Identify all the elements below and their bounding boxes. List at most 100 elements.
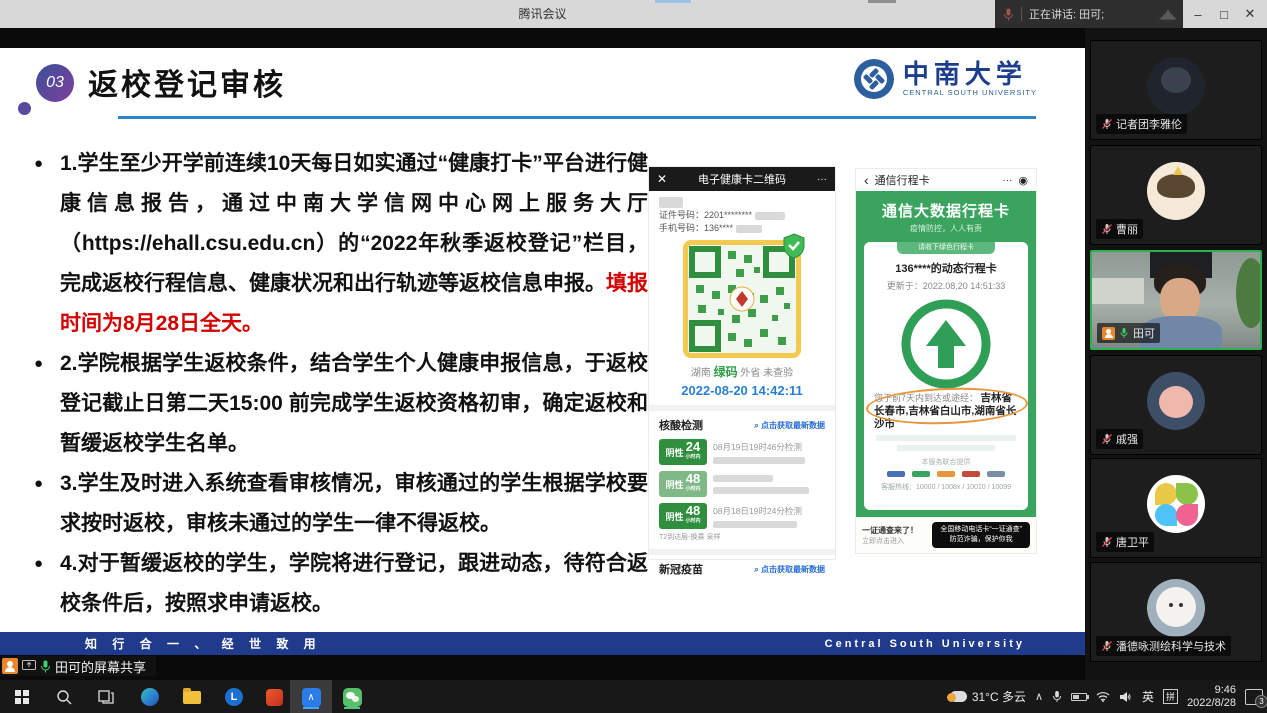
close-button[interactable]: ✕ <box>1237 6 1263 22</box>
green-card-tab: 请收下绿色行程卡 <box>897 242 995 254</box>
promo-title: 一证通查来了！ <box>862 525 918 536</box>
health-code-timestamp: 2022-08-20 14:42:11 <box>659 383 825 398</box>
task-view-button[interactable] <box>94 685 118 709</box>
task-view-icon <box>98 690 114 704</box>
redacted-lab <box>713 521 797 528</box>
tray-microphone-icon[interactable] <box>1052 690 1062 703</box>
speaking-indicator: 正在讲话: 田可; ◢◣ <box>995 0 1183 28</box>
shield-icon <box>782 233 806 259</box>
tencent-meeting-window: 腾讯会议 正在讲话: 田可; ◢◣ – □ ✕ 03 返校登记审核 <box>0 0 1267 713</box>
slide-footer: 知 行 合 一 、 经 世 致 用 Central South Universi… <box>0 632 1085 655</box>
redacted-id <box>755 212 785 220</box>
hidden-icons-chevron[interactable]: ∧ <box>1035 690 1043 703</box>
status-green-code: 绿码 <box>714 365 738 379</box>
system-tray: 31°C 多云 ∧ 英 拼 9:46 2022/8/28 3 <box>950 680 1263 713</box>
redacted-disclaimer <box>897 445 995 451</box>
avatar <box>1147 475 1205 533</box>
nucleic-section-title: 核酸检测 <box>659 417 703 433</box>
bullet-item-3: ●3.学生及时进入系统查看审核情况，审核通过的学生根据学校要求按时返校，审核未通… <box>34 464 648 544</box>
nucleic-result-row: 阴性 48小时内 08月18日19时24分检测 <box>659 503 825 529</box>
participant-name: 记者团李雅伦 <box>1116 116 1182 132</box>
travel-result: 您于前7天内到达或途经： 吉林省长春市,吉林省白山市,湖南省长沙市 <box>864 392 1028 431</box>
ime-indicator[interactable]: 拼 <box>1163 689 1178 704</box>
taskbar-office-button[interactable] <box>262 685 286 709</box>
target-icon: ◉ <box>1018 174 1028 187</box>
vaccine-refresh-link[interactable]: ⌕ 点击获取最新数据 <box>754 564 825 575</box>
bullet-marker: ● <box>34 144 43 184</box>
participant-tile-active-speaker[interactable]: 田可 <box>1090 250 1262 350</box>
divider <box>649 549 835 555</box>
green-arrow-icon <box>900 298 992 390</box>
promo-button[interactable]: 全国移动电话卡“一证通查” 防范诈骗，保护你我 <box>932 522 1030 548</box>
window-controls: – □ ✕ <box>1185 0 1263 28</box>
avatar <box>1147 162 1205 220</box>
notification-center-button[interactable]: 3 <box>1245 689 1263 705</box>
presenter-icon <box>1102 327 1115 340</box>
participant-tile[interactable]: 唐卫平 <box>1090 458 1262 558</box>
avatar <box>1147 57 1205 115</box>
travel-card-banner-title: 通信大数据行程卡 <box>856 200 1036 221</box>
minimize-button[interactable]: – <box>1185 7 1211 22</box>
weather-text: 31°C 多云 <box>972 688 1026 705</box>
lenovo-app-icon: L <box>225 688 243 706</box>
screen-share-banner: 田可的屏幕共享 <box>2 656 156 676</box>
speaking-label: 正在讲话: 田可; <box>1029 6 1104 22</box>
microphone-icon <box>1003 8 1014 21</box>
bullet-marker: ● <box>34 464 43 504</box>
participant-tile[interactable]: 潘德咏测绘科学与技术 <box>1090 562 1262 662</box>
travel-card-screenshot: ‹ 通信行程卡 ··· ◉ 通信大数据行程卡 疫情防控，人人有责 请收下绿色行程… <box>855 168 1037 554</box>
taskbar-file-explorer-button[interactable] <box>180 685 204 709</box>
search-icon: ⌕ <box>754 421 758 430</box>
running-indicator <box>344 707 360 709</box>
meeting-logo-watermark: ◢◣ <box>1159 6 1175 22</box>
participant-name: 戚强 <box>1116 431 1138 447</box>
promo-subtitle: 立即点击进入 <box>862 536 918 546</box>
taskbar-wechat-button[interactable] <box>340 685 364 709</box>
title-underline <box>118 116 1036 119</box>
nucleic-refresh-link[interactable]: ⌕ 点击获取最新数据 <box>754 420 825 431</box>
status-unchecked: 未查验 <box>763 368 793 379</box>
presenter-icon <box>2 658 18 674</box>
microphone-muted-icon <box>1101 118 1113 130</box>
clock[interactable]: 9:46 2022/8/28 <box>1187 684 1236 710</box>
travel-card-promo: 一证通查来了！ 立即点击进入 全国移动电话卡“一证通查” 防范诈骗，保护你我 <box>856 517 1036 553</box>
office-icon <box>266 689 283 706</box>
bullet-list: ●1.学生至少开学前连续10天每日如实通过“健康打卡”平台进行健康信息报告，通过… <box>34 144 648 624</box>
taskbar-edge-button[interactable] <box>138 685 162 709</box>
participant-tile[interactable]: 记者团李雅伦 <box>1090 40 1262 140</box>
university-name-en: CENTRAL SOUTH UNIVERSITY <box>903 88 1037 97</box>
microphone-muted-icon <box>1101 536 1113 548</box>
wifi-icon[interactable] <box>1096 691 1110 702</box>
participant-name-tag: 曹丽 <box>1096 219 1143 239</box>
weather-widget[interactable]: 31°C 多云 <box>950 688 1026 705</box>
bullet-item-4: ●4.对于暂缓返校的学生，学院将进行登记，跟进动态，待符合返校条件后，按照求申请… <box>34 544 648 624</box>
start-button[interactable] <box>10 685 34 709</box>
test-time: 08月19日19时46分检测 <box>713 441 805 453</box>
search-icon: ⌕ <box>754 565 758 574</box>
notification-badge: 3 <box>1255 695 1267 708</box>
microphone-on-icon <box>40 660 51 673</box>
language-indicator[interactable]: 英 <box>1142 688 1154 705</box>
participant-tile[interactable]: 曹丽 <box>1090 145 1262 245</box>
taskbar-tencent-meeting-button[interactable]: ∧ <box>299 685 323 709</box>
volume-icon[interactable] <box>1119 691 1133 703</box>
bullet-marker: ● <box>34 344 43 384</box>
restore-button[interactable]: □ <box>1211 7 1237 22</box>
travel-phone-line: 136****的动态行程卡 <box>864 260 1028 276</box>
travel-updated-time: 更新于：2022.08.20 14:51:33 <box>864 279 1028 292</box>
screen-share-icon <box>22 660 36 672</box>
qr-pattern <box>688 245 796 353</box>
participant-tile[interactable]: 戚强 <box>1090 355 1262 455</box>
back-icon: ‹ <box>864 172 869 188</box>
hotline: 客服热线：10000 / 1008x / 10010 / 10099 <box>864 482 1028 492</box>
slide-title: 返校登记审核 <box>88 60 286 104</box>
health-code-status: 湖南 绿码 外省 未查验 <box>659 363 825 380</box>
taskbar-lenovo-app-button[interactable]: L <box>222 685 246 709</box>
status-outside: 外省 <box>740 368 760 379</box>
battery-icon[interactable] <box>1071 693 1087 701</box>
taskbar-search-button[interactable] <box>52 685 76 709</box>
participant-name-tag: 戚强 <box>1096 429 1143 449</box>
participant-name: 曹丽 <box>1116 221 1138 237</box>
id-number-label: 证件号码：2201******** <box>659 210 752 220</box>
carrier-logo-icon <box>912 471 930 477</box>
